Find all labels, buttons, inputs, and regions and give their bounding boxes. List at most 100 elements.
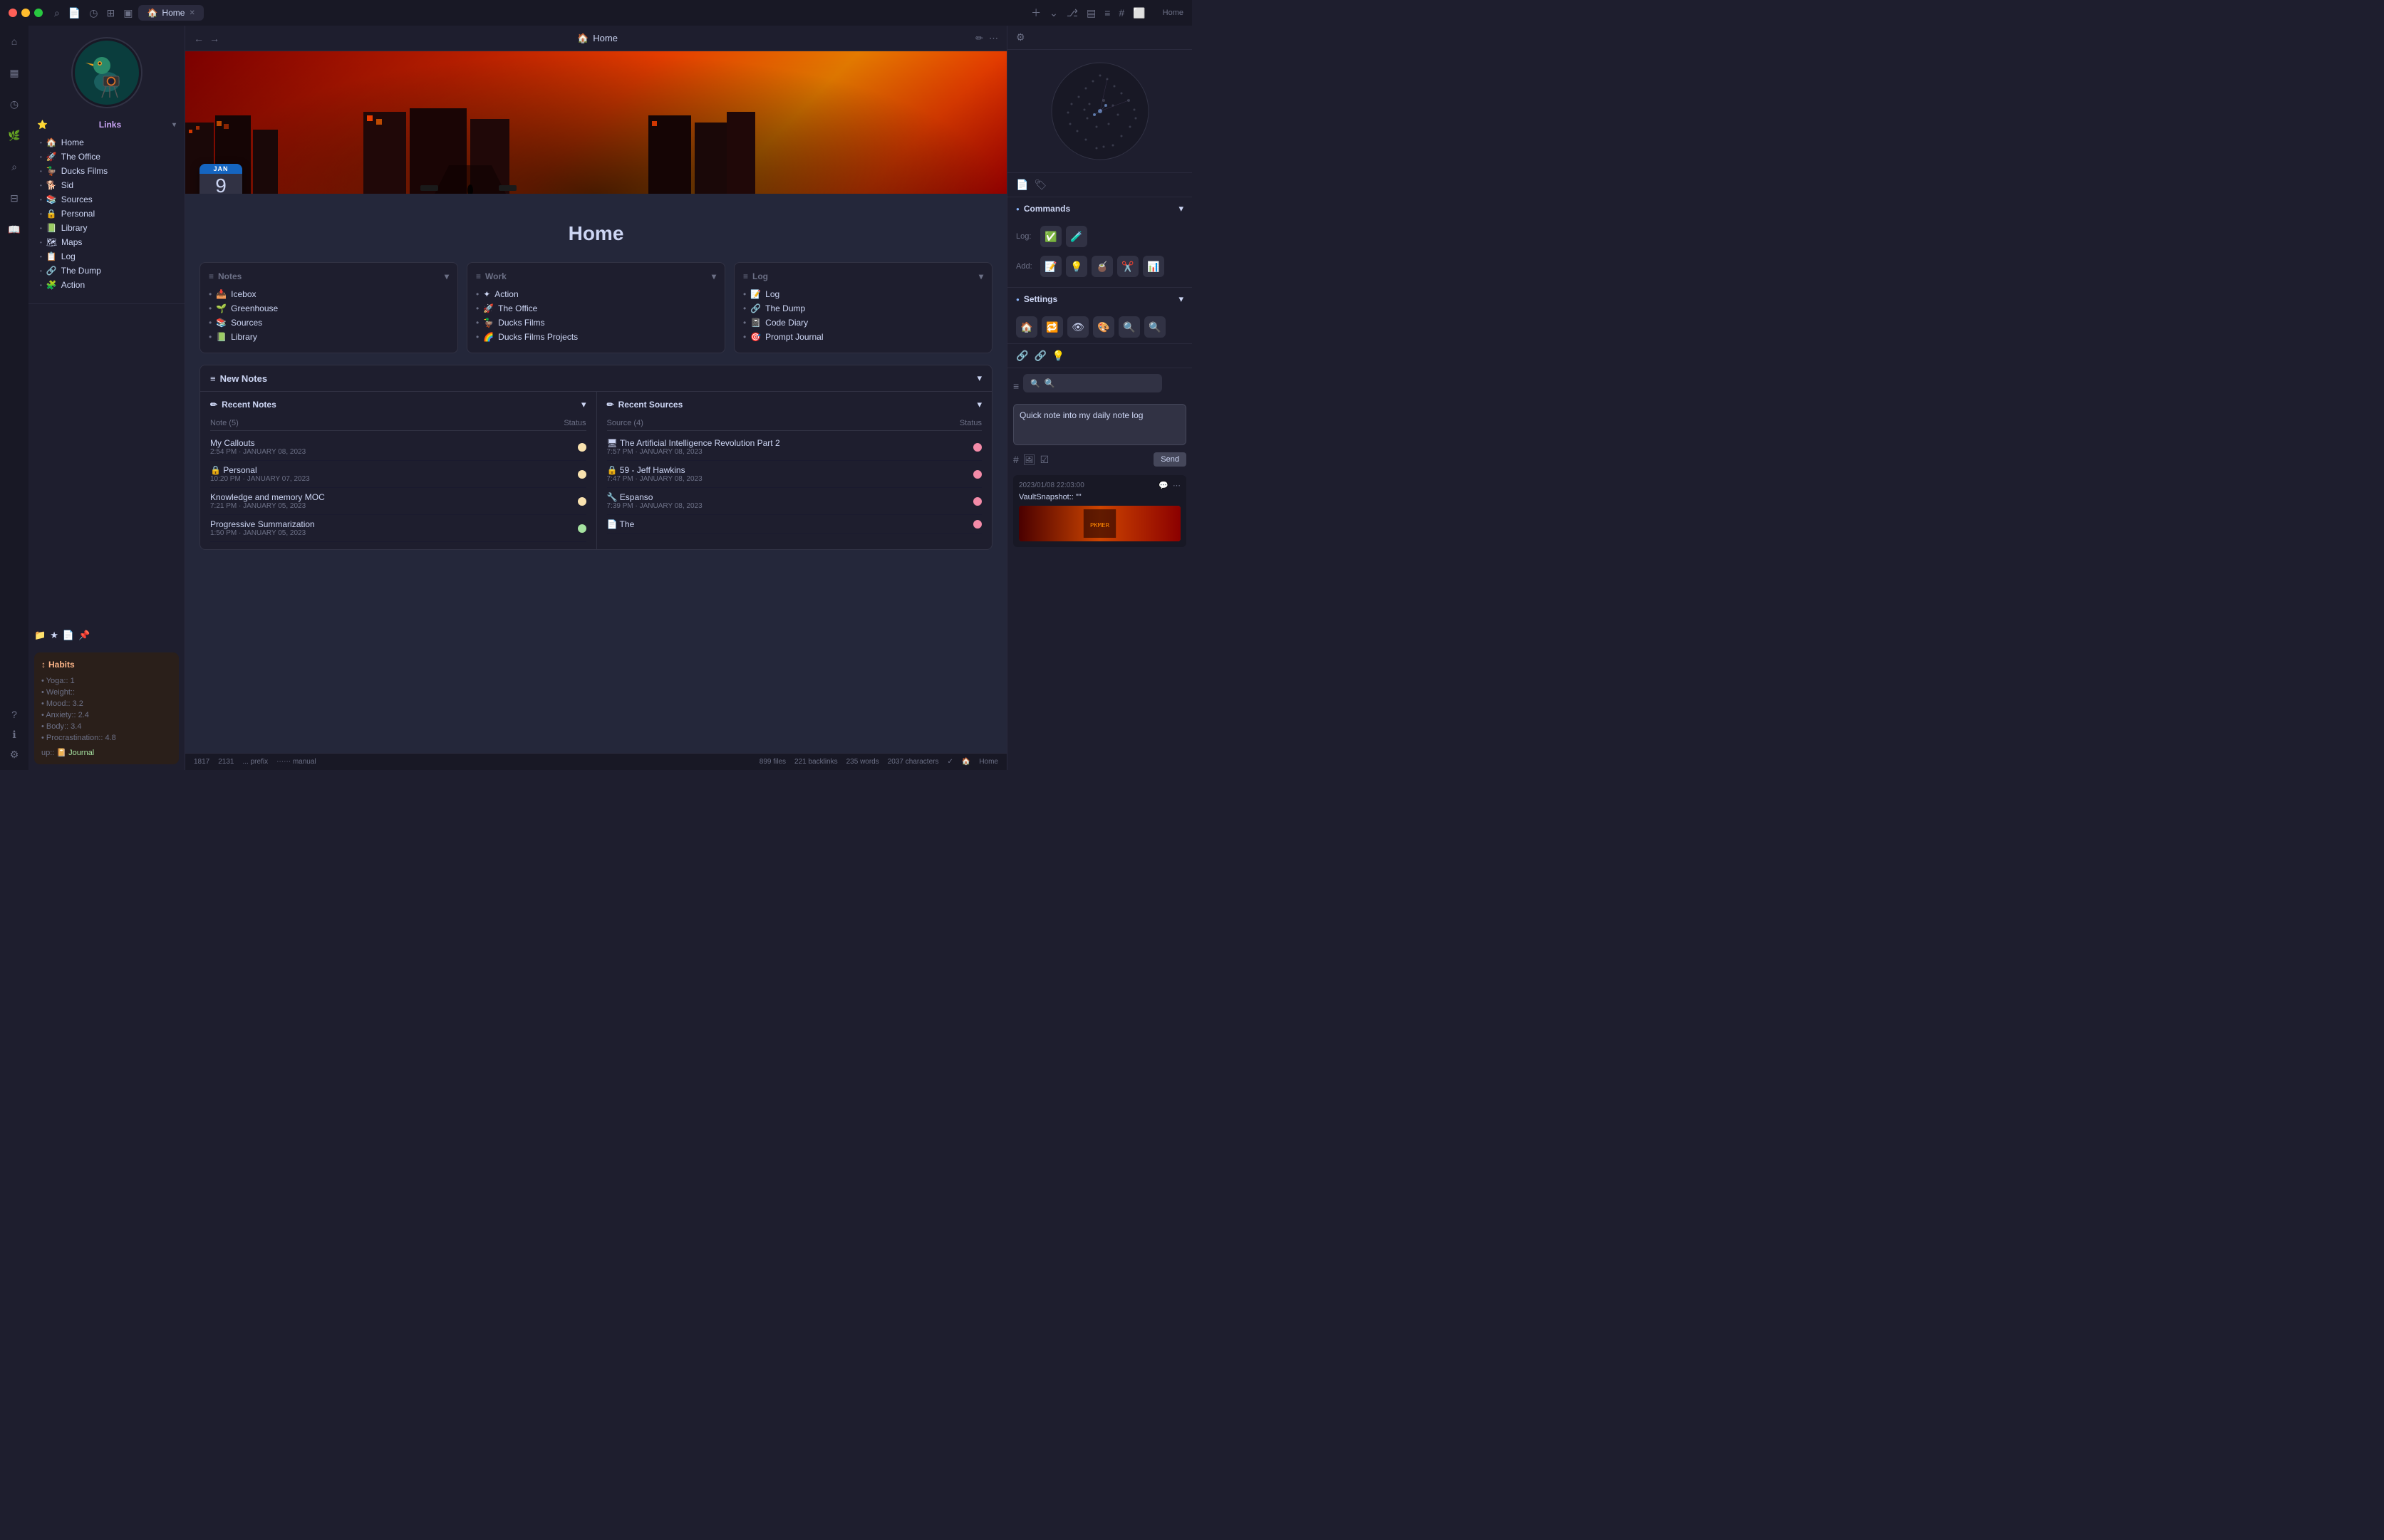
card-item-ducks-projects[interactable]: •🌈Ducks Films Projects [476, 330, 716, 344]
rp-settings-icon[interactable]: ⚙ [1016, 31, 1025, 43]
sidebar-settings-icon[interactable]: ⚙ [4, 744, 24, 764]
layout-icon[interactable]: ⊞ [107, 7, 115, 19]
table-row[interactable]: 🖥 The Artificial Intelligence Revolution… [607, 434, 983, 461]
qn-check-icon[interactable]: ☑ [1040, 454, 1050, 466]
card-item-library[interactable]: •📗Library [209, 330, 449, 344]
table-row[interactable]: 🔒 59 - Jeff Hawkins 7:47 PM · JANUARY 08… [607, 461, 983, 488]
branch-icon[interactable]: ⎇ [1067, 7, 1078, 19]
dropdown-icon[interactable]: ⌄ [1050, 7, 1058, 19]
bookmark-icon[interactable]: ★ [50, 630, 58, 641]
new-notes-chevron[interactable]: ▾ [977, 373, 982, 384]
settings-search1-button[interactable]: 🔍 [1119, 316, 1140, 338]
rp-tag-icon[interactable]: 🏷 [1034, 179, 1047, 191]
card-item-code-diary[interactable]: •📓Code Diary [743, 316, 983, 330]
link-item-log[interactable]: • 📋 Log [34, 249, 179, 264]
sidebar-book-icon[interactable]: 📖 [4, 219, 24, 239]
card-item-log[interactable]: •📝Log [743, 287, 983, 301]
card-item-greenhouse[interactable]: •🌱Greenhouse [209, 301, 449, 316]
tab-home[interactable]: 🏠 Home ✕ [138, 5, 203, 21]
history-icon[interactable]: ◷ [89, 7, 98, 19]
more-options-icon[interactable]: ⋯ [989, 33, 998, 44]
close-button[interactable] [9, 9, 17, 17]
sidebar-calendar-icon[interactable]: ▦ [4, 63, 24, 83]
cmd-check-button[interactable]: ✅ [1040, 226, 1062, 247]
card-item-ducks-films[interactable]: •🦆Ducks Films [476, 316, 716, 330]
card-item-sources[interactable]: •📚Sources [209, 316, 449, 330]
log-card-chevron[interactable]: ▾ [979, 271, 983, 281]
sidebar-home-icon[interactable]: ⌂ [4, 31, 24, 51]
settings-header[interactable]: ● Settings ▾ [1007, 288, 1192, 311]
settings-palette-button[interactable]: 🎨 [1093, 316, 1114, 338]
link-item-ducks[interactable]: • 🦆 Ducks Films [34, 164, 179, 178]
back-button[interactable]: ← [194, 33, 204, 44]
table-row[interactable]: 🔧 Espanso 7:39 PM · JANUARY 08, 2023 [607, 488, 983, 515]
cmd-flask-button[interactable]: 🧪 [1066, 226, 1087, 247]
table-row[interactable]: Knowledge and memory MOC 7:21 PM · JANUA… [210, 488, 586, 515]
notes-card-chevron[interactable]: ▾ [445, 271, 449, 281]
sidebar-help-icon[interactable]: ? [4, 704, 24, 724]
settings-eye-button[interactable]: 👁 [1067, 316, 1089, 338]
recent-sources-chevron[interactable]: ▾ [977, 399, 982, 410]
settings-search2-button[interactable]: 🔍 [1144, 316, 1166, 338]
link-item-office[interactable]: • 🚀 The Office [34, 150, 179, 164]
quick-note-input-area[interactable]: Quick note into my daily note log [1013, 404, 1186, 445]
settings-refresh-button[interactable]: 🔁 [1042, 316, 1063, 338]
link-item-sid[interactable]: • 🐕 Sid [34, 178, 179, 192]
log-more-icon[interactable]: ⋯ [1173, 481, 1181, 490]
link-item-library[interactable]: • 📗 Library [34, 221, 179, 235]
sidebar-grid-icon[interactable]: ⊟ [4, 188, 24, 208]
commands-header[interactable]: ● Commands ▾ [1007, 197, 1192, 220]
qn-hash-icon[interactable]: # [1013, 454, 1019, 466]
list-icon[interactable]: ≡ [1104, 7, 1110, 19]
table-row[interactable]: 📄 The [607, 515, 983, 534]
log-comment-icon[interactable]: 💬 [1159, 481, 1168, 490]
sidebar-tree-icon[interactable]: 🌿 [4, 125, 24, 145]
search-icon[interactable]: ⌕ [54, 7, 60, 19]
search-input[interactable] [1045, 378, 1155, 388]
file-icon[interactable]: 📄 [68, 7, 81, 19]
edit-icon[interactable]: ✏ [975, 33, 983, 44]
habit-journal-link[interactable]: 📔 Journal [56, 749, 94, 757]
send-button[interactable]: Send [1154, 452, 1186, 467]
table-row[interactable]: 🔒 Personal 10:20 PM · JANUARY 07, 2023 [210, 461, 586, 488]
tab-close-button[interactable]: ✕ [189, 9, 195, 17]
link-item-dump[interactable]: • 🔗 The Dump [34, 264, 179, 278]
sidebar-search-icon[interactable]: ⌕ [4, 157, 24, 177]
sidebar-info-icon[interactable]: ℹ [4, 724, 24, 744]
recent-notes-chevron[interactable]: ▾ [581, 399, 586, 410]
link-item-maps[interactable]: • 🗺 Maps [34, 235, 179, 249]
card-item-action[interactable]: •✦Action [476, 287, 716, 301]
card-item-icebox[interactable]: •📥Icebox [209, 287, 449, 301]
work-card-chevron[interactable]: ▾ [712, 271, 716, 281]
settings-home-button[interactable]: 🏠 [1016, 316, 1037, 338]
qn-image-icon[interactable]: 🖼 [1023, 454, 1036, 466]
hash-icon[interactable]: # [1119, 7, 1124, 19]
cmd-scissors-button[interactable]: ✂️ [1117, 256, 1139, 277]
rp-link2-icon[interactable]: 🔗 [1034, 350, 1046, 362]
table-row[interactable]: My Callouts 2:54 PM · JANUARY 08, 2023 [210, 434, 586, 461]
rp-link1-icon[interactable]: 🔗 [1016, 350, 1028, 362]
sidebar-time-icon[interactable]: ◷ [4, 94, 24, 114]
cmd-note-button[interactable]: 📝 [1040, 256, 1062, 277]
add-tab-icon[interactable]: ＋ [1031, 6, 1041, 20]
maximize-button[interactable] [34, 9, 43, 17]
folder-icon[interactable]: 📁 [34, 630, 46, 641]
cmd-chart-button[interactable]: 📊 [1143, 256, 1164, 277]
sidebar-toggle-icon[interactable]: ▤ [1087, 7, 1096, 19]
forward-button[interactable]: → [209, 33, 219, 44]
link-item-sources[interactable]: • 📚 Sources [34, 192, 179, 207]
link-item-personal[interactable]: • 🔒 Personal [34, 207, 179, 221]
table-row[interactable]: Progressive Summarization 1:50 PM · JANU… [210, 515, 586, 542]
cmd-bulb-button[interactable]: 💡 [1066, 256, 1087, 277]
rp-doc-icon[interactable]: 📄 [1016, 179, 1028, 191]
rp-menu-icon[interactable]: ≡ [1013, 380, 1019, 392]
link-item-home[interactable]: • 🏠 Home [34, 135, 179, 150]
card-item-office[interactable]: •🚀The Office [476, 301, 716, 316]
pane-icon[interactable]: ▣ [123, 7, 133, 19]
rp-bulb-icon[interactable]: 💡 [1052, 350, 1064, 362]
minimize-button[interactable] [21, 9, 30, 17]
document-icon[interactable]: 📄 [63, 630, 74, 641]
link-item-action[interactable]: • 🧩 Action [34, 278, 179, 292]
card-item-dump[interactable]: •🔗The Dump [743, 301, 983, 316]
cmd-mate-button[interactable]: 🧉 [1092, 256, 1113, 277]
